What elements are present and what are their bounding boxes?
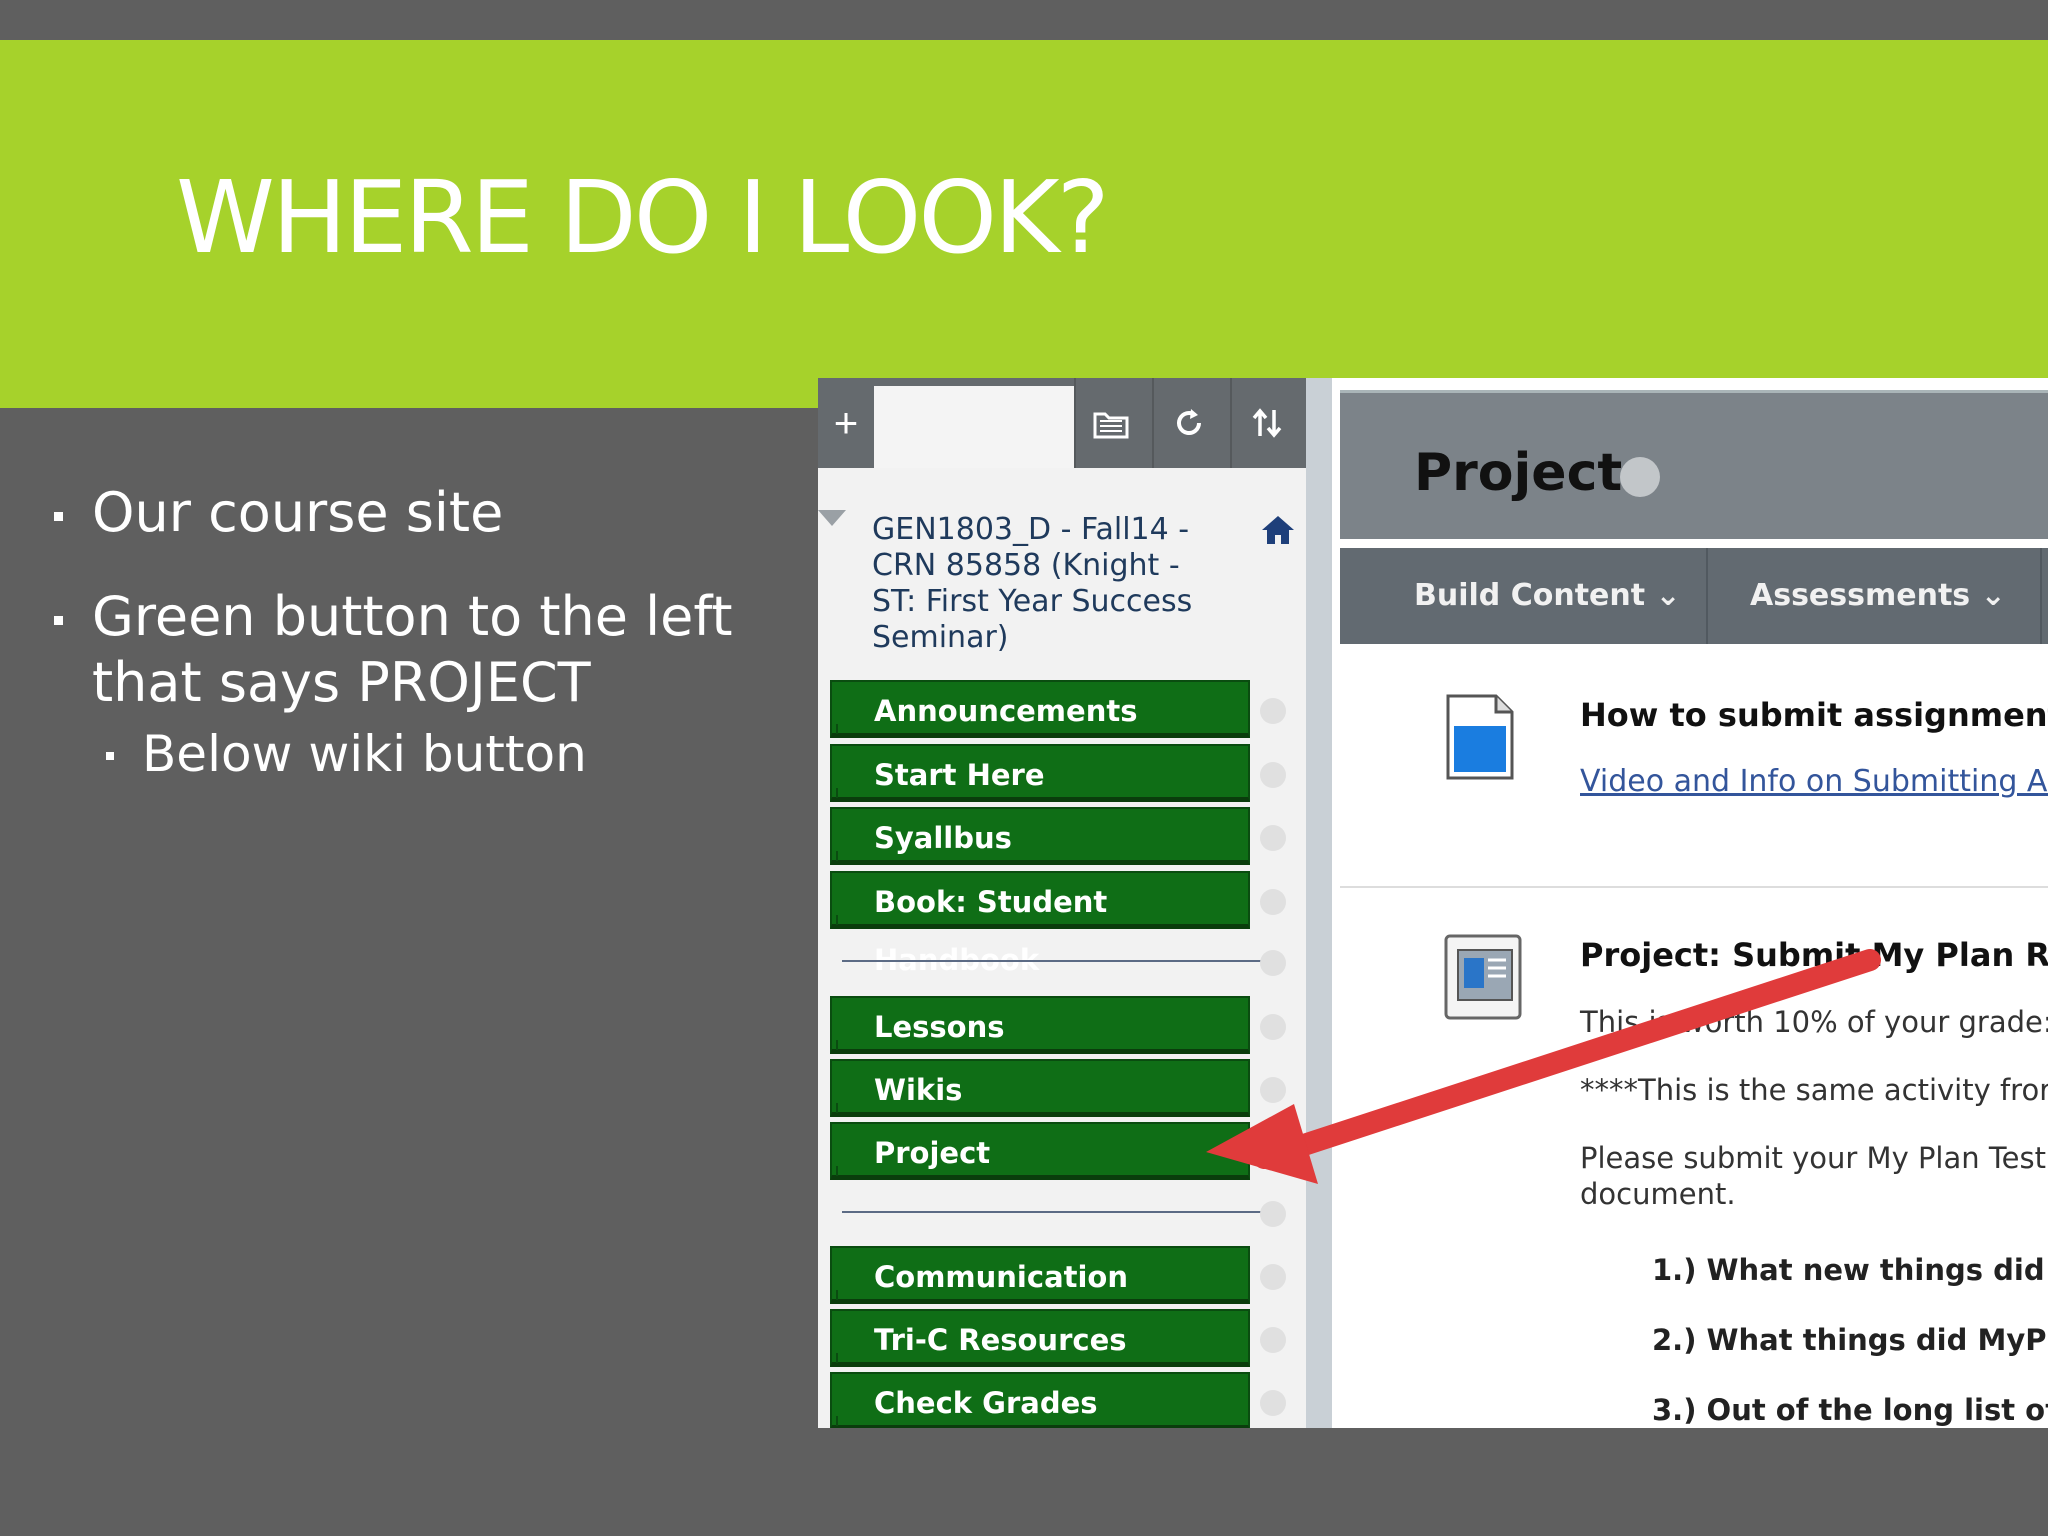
course-site-screenshot: + GEN1803_D - Fall14 - CRN 85858 (Knight…: [818, 378, 2048, 1428]
bullet-course-site: Our course site: [50, 480, 790, 546]
slide-title: WHERE DO I LOOK?: [176, 159, 1110, 276]
bullet-green-button: Green button to the left that says PROJE…: [50, 584, 790, 716]
red-arrow-icon: [1206, 949, 1881, 1184]
top-strip: [0, 0, 2048, 40]
sub-bullet-below-wiki: Below wiki button: [50, 724, 790, 784]
bullet-list: Our course site Green button to the left…: [50, 480, 790, 822]
